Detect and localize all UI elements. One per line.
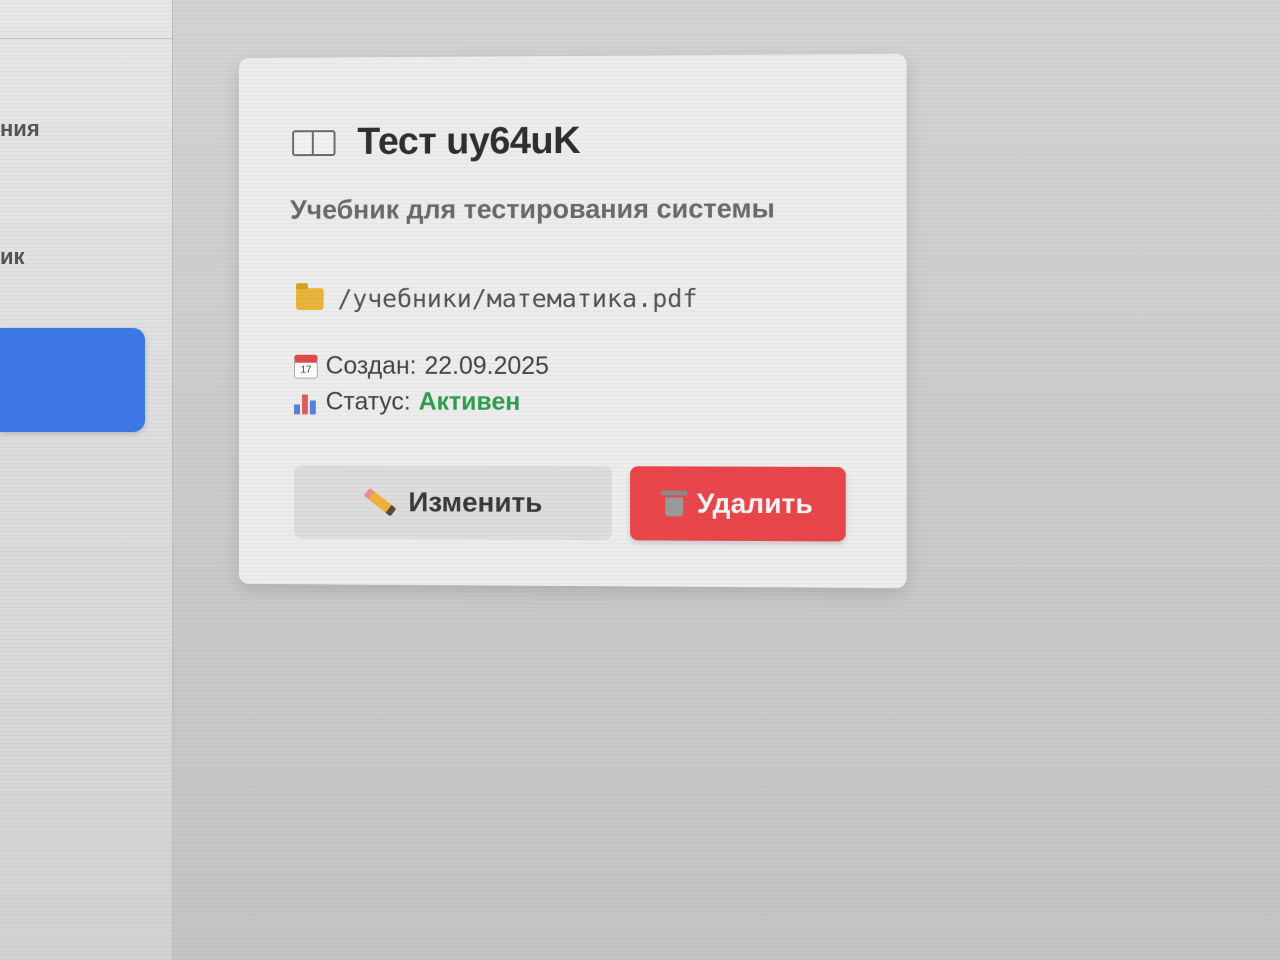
sidebar-divider — [0, 38, 172, 39]
screen: ния ик Тест uy64uK Учебник для тестирова… — [0, 0, 1280, 960]
sidebar-item-2[interactable]: ик — [0, 244, 26, 270]
delete-button-label: Удалить — [697, 488, 813, 521]
card-header: Тест uy64uK — [292, 120, 580, 164]
delete-button[interactable]: Удалить — [630, 466, 846, 541]
card-title: Тест uy64uK — [357, 120, 580, 164]
bar-chart-icon — [294, 390, 318, 414]
sidebar: ния ик — [0, 0, 173, 960]
file-path-row: /учебники/математика.pdf — [296, 284, 698, 313]
book-icon — [292, 130, 335, 156]
status-label: Статус: — [326, 388, 411, 417]
sidebar-item-1-label: ния — [0, 116, 40, 141]
pencil-icon — [363, 488, 396, 517]
status-row: Статус: Активен — [294, 388, 520, 417]
created-label: Создан: — [326, 352, 417, 381]
calendar-icon: 17 — [294, 354, 318, 378]
sidebar-item-active[interactable] — [0, 328, 145, 432]
edit-button[interactable]: Изменить — [294, 465, 612, 540]
created-row: 17 Создан: 22.09.2025 — [294, 352, 549, 381]
sidebar-item-1[interactable]: ния — [0, 116, 52, 142]
textbook-card: Тест uy64uK Учебник для тестирования сис… — [239, 54, 907, 588]
folder-icon — [296, 288, 324, 310]
sidebar-item-2-label: ик — [0, 244, 25, 269]
edit-button-label: Изменить — [408, 486, 542, 519]
created-value: 22.09.2025 — [424, 352, 549, 381]
trash-icon — [663, 490, 685, 516]
file-path: /учебники/математика.pdf — [337, 284, 697, 313]
card-description: Учебник для тестирования системы — [290, 193, 775, 225]
status-value: Активен — [419, 388, 521, 417]
